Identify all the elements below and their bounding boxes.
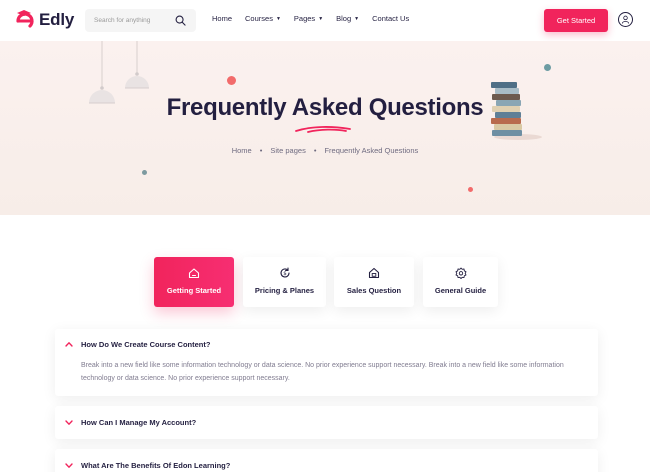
- person-icon: [621, 15, 630, 24]
- tab-label: Pricing & Planes: [254, 286, 315, 295]
- search-box: [85, 9, 196, 32]
- faq-question: How Can I Manage My Account?: [81, 418, 197, 427]
- breadcrumb: Home • Site pages • Frequently Asked Que…: [0, 146, 650, 155]
- refresh-dollar-icon: $: [279, 267, 290, 278]
- nav-item-blog[interactable]: Blog ▼: [336, 14, 359, 23]
- decorative-dot: [142, 170, 147, 175]
- nav-item-pages[interactable]: Pages ▼: [294, 14, 323, 23]
- tab-label: Sales Question: [346, 286, 402, 295]
- decorative-dot: [468, 187, 473, 192]
- chevron-down-icon: ▼: [354, 15, 360, 22]
- tab-label: Getting Started: [166, 286, 222, 295]
- logo[interactable]: Edly: [14, 9, 74, 31]
- nav-item-courses[interactable]: Courses ▼: [245, 14, 281, 23]
- faq-question: How Do We Create Course Content?: [81, 339, 211, 349]
- logo-icon: [16, 10, 34, 28]
- tab-general-guide[interactable]: General Guide: [423, 257, 498, 307]
- decorative-dot: [544, 64, 551, 71]
- site-header: Edly Home Courses▼ Pages▼ Blog▼ Contact …: [0, 0, 650, 41]
- faq-answer: Break into a new field like some informa…: [81, 362, 564, 382]
- logo-text: Edly: [39, 10, 75, 29]
- gear-icon: [455, 267, 466, 279]
- tab-sales-question[interactable]: Sales Question: [334, 257, 414, 307]
- breadcrumb-current: Frequently Asked Questions: [324, 146, 419, 155]
- page-title: Frequently Asked Questions: [166, 94, 484, 121]
- chevron-up-icon: [65, 342, 73, 347]
- get-started-button[interactable]: Get Started: [544, 9, 608, 32]
- tab-getting-started[interactable]: Getting Started: [154, 257, 234, 307]
- faq-question: What Are The Benefits Of Edon Learning?: [81, 461, 231, 470]
- nav-item-contact[interactable]: Contact Us: [372, 14, 409, 23]
- decorative-dot: [227, 76, 236, 85]
- nav-item-home[interactable]: Home: [212, 14, 232, 23]
- breadcrumb-separator: •: [259, 146, 263, 155]
- svg-text:$: $: [283, 271, 287, 277]
- user-icon[interactable]: [618, 12, 633, 27]
- tab-pricing[interactable]: $ Pricing & Planes: [243, 257, 326, 307]
- breadcrumb-separator: •: [313, 146, 317, 155]
- faq-question-row[interactable]: How Do We Create Course Content?: [65, 329, 210, 359]
- lock-house-icon: [368, 267, 380, 279]
- faq-question-row[interactable]: How Can I Manage My Account?: [65, 406, 196, 439]
- faq-item-open: How Do We Create Course Content? Break i…: [55, 329, 598, 396]
- search-input[interactable]: [94, 9, 174, 32]
- faq-question-row[interactable]: What Are The Benefits Of Edon Learning?: [65, 449, 230, 472]
- breadcrumb-site-pages[interactable]: Site pages: [270, 146, 305, 155]
- page-hero: Frequently Asked Questions Home • Site p…: [0, 41, 650, 215]
- tab-label: General Guide: [434, 286, 487, 295]
- chevron-down-icon: [65, 419, 73, 425]
- faq-item[interactable]: How Can I Manage My Account?: [55, 406, 598, 439]
- chevron-down-icon: [65, 462, 73, 468]
- faq-item[interactable]: What Are The Benefits Of Edon Learning?: [55, 449, 598, 472]
- chevron-down-icon: ▼: [275, 15, 281, 22]
- search-icon[interactable]: [175, 15, 186, 26]
- title-underline-swash: [295, 126, 351, 133]
- main-nav: Home Courses ▼ Pages ▼ Blog ▼ Contact Us: [212, 14, 422, 23]
- breadcrumb-home[interactable]: Home: [232, 146, 252, 155]
- chevron-down-icon: ▼: [318, 15, 324, 22]
- home-icon: [188, 268, 200, 279]
